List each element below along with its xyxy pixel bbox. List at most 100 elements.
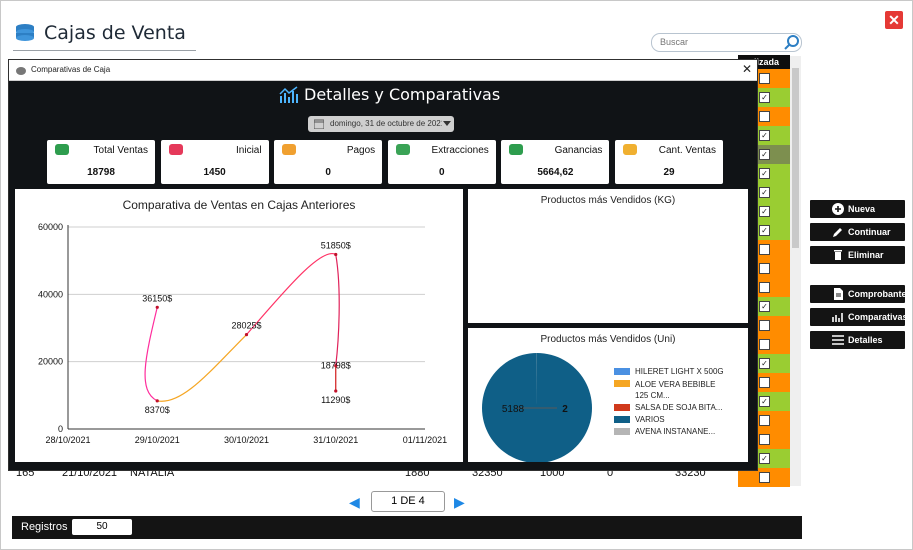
kpi-label: Inicial (236, 145, 262, 156)
data-point (155, 305, 159, 309)
continue-button-label: Continuar (848, 227, 891, 237)
realized-checkbox[interactable]: ✓ (759, 187, 770, 198)
realized-checkbox[interactable]: ✓ (759, 453, 770, 464)
analytics-icon (279, 86, 298, 103)
x-tick-label: 31/10/2021 (313, 435, 358, 445)
receipt-button[interactable]: Comprobante (810, 285, 907, 303)
new-button-label: Nueva (848, 204, 876, 214)
legend-label: SALSA DE SOJA BITA... (635, 403, 723, 412)
close-app-button[interactable]: ✕ (885, 11, 903, 29)
data-label: 51850$ (321, 240, 351, 250)
continue-button[interactable]: Continuar (810, 223, 905, 241)
legend-swatch (614, 428, 630, 435)
records-input[interactable]: 50 (72, 519, 132, 535)
top-products-kg-panel: Productos más Vendidos (KG) (468, 189, 748, 323)
details-button-label: Detalles (848, 335, 883, 345)
realized-checkbox[interactable]: ✓ (759, 149, 770, 160)
vertical-scrollbar[interactable] (790, 56, 801, 486)
realized-checkbox[interactable] (759, 339, 770, 350)
legend-swatch (614, 368, 630, 375)
new-button[interactable]: Nueva (810, 200, 905, 218)
realized-checkbox[interactable]: ✓ (759, 130, 770, 141)
search-field[interactable] (651, 33, 802, 52)
realized-checkbox[interactable]: ✓ (759, 168, 770, 179)
app-header: Cajas de Venta (13, 20, 196, 51)
dialog-titlebar: Comparativas de Caja ✕ (9, 60, 757, 81)
kpi-card: Inicial 1450 (160, 140, 269, 184)
realized-checkbox[interactable] (759, 415, 770, 426)
legend-swatch (614, 380, 630, 387)
legend-label: AVENA INSTANANE... (635, 427, 716, 436)
realized-checkbox[interactable] (759, 377, 770, 388)
kpi-card: Pagos 0 (274, 140, 383, 184)
data-label: 36150$ (142, 293, 172, 303)
date-picker[interactable]: domingo, 31 de octubre de 2021 (308, 116, 454, 132)
realized-checkbox[interactable]: ✓ (759, 206, 770, 217)
next-page-button[interactable]: ▶ (454, 494, 465, 511)
x-tick-label: 01/11/2021 (403, 435, 447, 445)
realized-checkbox[interactable]: ✓ (759, 358, 770, 369)
comparison-dialog: Comparativas de Caja ✕ Detalles y Compar… (8, 59, 758, 471)
data-label: 18798$ (321, 361, 351, 371)
realized-checkbox[interactable]: ✓ (759, 396, 770, 407)
menu-lines-icon (832, 335, 844, 345)
kpi-value: 5664,62 (537, 167, 574, 178)
details-button[interactable]: Detalles (810, 331, 905, 349)
realized-checkbox[interactable]: ✓ (759, 92, 770, 103)
compare-button[interactable]: Comparativas (810, 308, 908, 326)
delete-button[interactable]: Eliminar (810, 246, 905, 264)
realized-checkbox[interactable] (759, 263, 770, 274)
kpi-label: Total Ventas (93, 145, 148, 156)
cash-register-icon (16, 24, 34, 41)
compare-button-label: Comparativas (848, 312, 908, 322)
y-tick-label: 0 (58, 424, 63, 434)
kpi-label: Ganancias (554, 145, 603, 156)
payment-hand-icon (282, 144, 297, 155)
kpi-card: Total Ventas 18798 (47, 140, 155, 184)
realized-checkbox[interactable] (759, 244, 770, 255)
top-products-pie-chart: 5188 2 (482, 353, 593, 462)
x-tick-label: 30/10/2021 (224, 435, 269, 445)
date-value: domingo, 31 de octubre de 2021 (330, 119, 442, 128)
top-products-kg-title: Productos más Vendidos (KG) (540, 195, 676, 206)
kpi-label: Pagos (346, 145, 376, 156)
page-indicator: 1 DE 4 (371, 491, 445, 512)
search-icon[interactable] (784, 34, 800, 50)
chevron-down-icon[interactable] (443, 121, 451, 127)
realized-checkbox[interactable]: ✓ (759, 225, 770, 236)
piggy-bank-icon (16, 67, 26, 75)
search-input[interactable] (658, 36, 772, 48)
pie-data-label: 2 (562, 404, 568, 415)
realized-checkbox[interactable] (759, 434, 770, 445)
trash-icon (834, 250, 842, 260)
legend-swatch (614, 404, 630, 411)
realized-checkbox[interactable] (759, 282, 770, 293)
pencil-icon (833, 228, 842, 237)
kpi-card: Cant. Ventas 29 (615, 140, 723, 184)
kpi-label: Cant. Ventas (658, 145, 716, 156)
delete-button-label: Eliminar (848, 250, 884, 260)
scrollbar-thumb[interactable] (792, 68, 799, 248)
realized-checkbox[interactable] (759, 320, 770, 331)
realized-checkbox[interactable]: ✓ (759, 301, 770, 312)
sales-comparison-panel: Comparativa de Ventas en Cajas Anteriore… (15, 189, 463, 462)
realized-checkbox[interactable] (759, 73, 770, 84)
close-dialog-button[interactable]: ✕ (742, 62, 752, 76)
kpi-value: 0 (439, 167, 445, 178)
coins-icon (623, 144, 637, 155)
realized-checkbox[interactable] (759, 472, 770, 483)
series-line (335, 254, 340, 366)
money-bag-icon (509, 144, 524, 155)
receipt-button-label: Comprobante (848, 289, 907, 299)
kpi-value: 0 (325, 167, 331, 178)
kpi-value: 29 (663, 167, 675, 178)
legend-swatch (614, 416, 630, 423)
dialog-title: Comparativas de Caja (31, 65, 111, 74)
dialog-banner-title: Detalles y Comparativas (304, 85, 501, 104)
prev-page-button[interactable]: ◀ (349, 494, 360, 511)
x-tick-label: 29/10/2021 (135, 435, 180, 445)
series-line (157, 334, 247, 402)
realized-checkbox[interactable] (759, 111, 770, 122)
calendar-icon (314, 119, 324, 129)
kpi-value: 1450 (203, 167, 226, 178)
